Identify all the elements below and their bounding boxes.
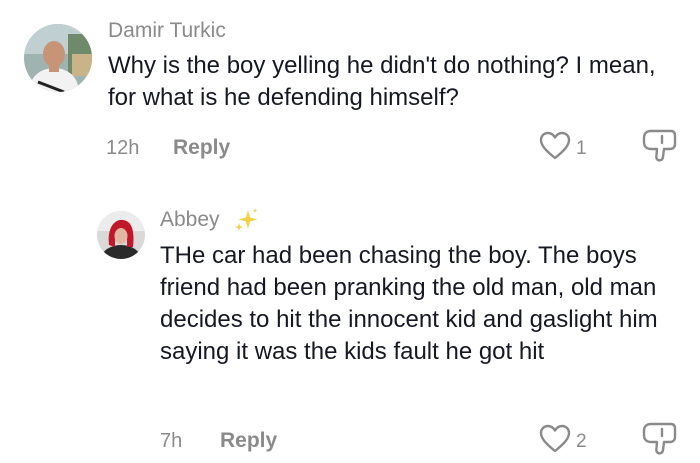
reply-button[interactable]: Reply — [173, 137, 230, 158]
comment-thread: Damir Turkic Why is the boy yelling he d… — [0, 0, 700, 463]
like-count: 2 — [576, 431, 587, 452]
comment-text: THe car had been chasing the boy. The bo… — [160, 242, 658, 365]
comment-text: Why is the boy yelling he didn't do noth… — [108, 52, 656, 111]
heart-icon[interactable] — [539, 131, 571, 161]
heart-icon[interactable] — [539, 424, 571, 454]
comment-author[interactable]: Damir Turkic — [108, 20, 226, 41]
dislike-icon[interactable] — [641, 129, 677, 163]
sparkles-icon — [232, 206, 260, 234]
like-count: 1 — [576, 138, 587, 159]
avatar[interactable] — [97, 211, 145, 259]
dislike-icon[interactable] — [641, 422, 677, 456]
avatar[interactable] — [24, 24, 92, 92]
comment-timestamp: 7h — [160, 430, 183, 452]
comment-author[interactable]: Abbey — [160, 209, 220, 230]
comment-timestamp: 12h — [106, 137, 140, 159]
reply-button[interactable]: Reply — [220, 430, 277, 451]
